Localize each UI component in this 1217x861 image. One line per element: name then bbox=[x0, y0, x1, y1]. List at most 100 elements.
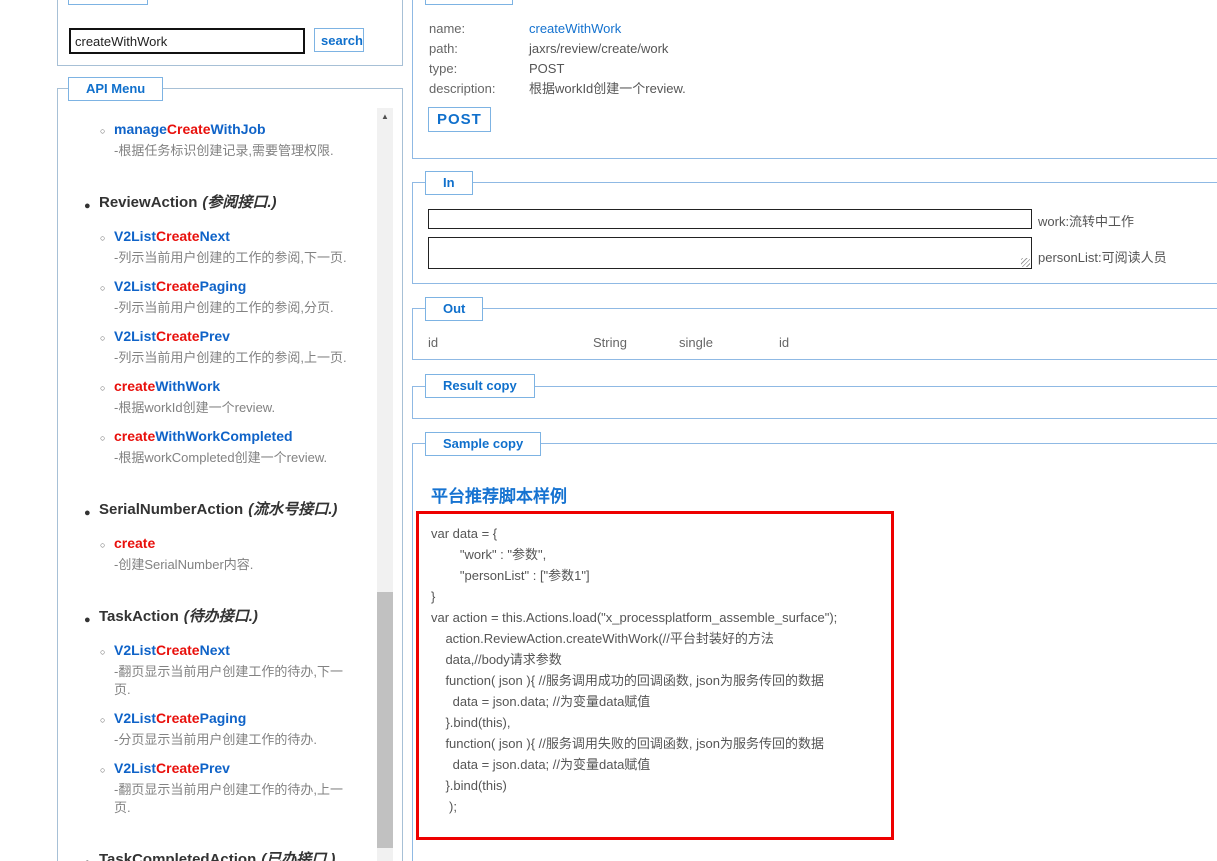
search-highlight: Create bbox=[166, 121, 211, 137]
code-line: function( json ){ //服务调用成功的回调函数, json为服务… bbox=[431, 673, 824, 688]
api-method-description: -列示当前用户创建的工作的参阅,分页. bbox=[114, 300, 334, 315]
code-line: "work" : "参数", bbox=[431, 547, 547, 562]
search-highlight: Create bbox=[156, 710, 200, 726]
detail-label: name: bbox=[429, 21, 466, 36]
api-method-description: -翻页显示当前用户创建工作的待办,上一页. bbox=[114, 782, 343, 815]
api-detail-panel: name: createWithWork path: jaxrs/review/cr… bbox=[412, 0, 1217, 159]
api-menu-panel: API Menu ○ manageCreateWithJob -根据任务标识创建记录… bbox=[57, 77, 403, 861]
api-method-description: -根据workCompleted创建一个review. bbox=[114, 450, 328, 465]
search-highlight: Create bbox=[156, 328, 200, 344]
api-method-description: -根据任务标识创建记录,需要管理权限. bbox=[114, 143, 334, 158]
api-method-description: -根据workId创建一个review. bbox=[114, 400, 276, 415]
section-bullet-icon: ● bbox=[84, 854, 91, 861]
code-line: }.bind(this), bbox=[431, 715, 511, 730]
api-menu-item: ○ V2ListCreatePaging -分页显示当前用户创建工作的待办. bbox=[100, 709, 356, 749]
section-bullet-icon: ● bbox=[84, 614, 91, 626]
out-col-name: id bbox=[428, 335, 439, 350]
search-highlight: Create bbox=[156, 642, 200, 658]
api-section-header: ● ReviewAction (参阅接口.) bbox=[84, 194, 356, 212]
api-method-link[interactable]: V2ListCreateNext bbox=[114, 642, 230, 658]
api-menu-item: ○ create -创建SerialNumber内容. bbox=[100, 534, 356, 574]
out-panel: Out id String single id bbox=[412, 297, 1217, 360]
api-menu-item: ○ V2ListCreateNext -翻页显示当前用户创建工作的待办,下一页. bbox=[100, 641, 356, 699]
item-circle-bullet-icon: ○ bbox=[100, 126, 106, 136]
api-method-link[interactable]: V2ListCreatePrev bbox=[114, 328, 230, 344]
api-method-link[interactable]: createWithWorkCompleted bbox=[114, 428, 293, 444]
code-line: data = json.data; //为变量data赋值 bbox=[431, 757, 651, 772]
api-method-link[interactable]: manageCreateWithJob bbox=[114, 121, 266, 137]
result-copy-panel: Result copy bbox=[412, 374, 1217, 419]
detail-label: type: bbox=[429, 61, 458, 76]
detail-row-type: type: POST bbox=[429, 60, 564, 78]
api-menu-item: ○ V2ListCreatePrev -翻页显示当前用户创建工作的待办,上一页. bbox=[100, 759, 356, 817]
search-button[interactable]: search bbox=[314, 28, 364, 52]
menu-scrollbar-thumb[interactable] bbox=[377, 592, 393, 848]
api-method-description: -列示当前用户创建的工作的参阅,下一页. bbox=[114, 250, 347, 265]
search-panel: search bbox=[57, 0, 403, 66]
search-input[interactable] bbox=[69, 28, 305, 54]
api-menu-item: ○ createWithWorkCompleted -根据workCompleted… bbox=[100, 427, 356, 467]
out-col-type: String bbox=[593, 335, 627, 350]
code-line: data = json.data; //为变量data赋值 bbox=[431, 694, 651, 709]
api-section-header: ● TaskCompletedAction (已办接口.) bbox=[84, 851, 356, 861]
out-legend: Out bbox=[425, 297, 484, 321]
code-line: } bbox=[431, 589, 436, 604]
api-method-description: -分页显示当前用户创建工作的待办. bbox=[114, 732, 317, 747]
code-line: var data = { bbox=[431, 526, 498, 541]
sample-heading: 平台推荐脚本样例 bbox=[431, 487, 567, 506]
search-highlight: Create bbox=[156, 760, 200, 776]
in-field-work-input[interactable] bbox=[428, 209, 1032, 229]
api-detail-legend-cut bbox=[425, 0, 513, 5]
item-circle-bullet-icon: ○ bbox=[100, 715, 106, 725]
section-suffix: (已办接口.) bbox=[261, 851, 336, 861]
api-menu-item: ○ V2ListCreateNext -列示当前用户创建的工作的参阅,下一页. bbox=[100, 227, 356, 267]
code-line: "personList" : ["参数1"] bbox=[431, 568, 590, 583]
api-menu-item: ○ V2ListCreatePrev -列示当前用户创建的工作的参阅,上一页. bbox=[100, 327, 356, 367]
search-highlight: create bbox=[114, 428, 156, 444]
item-circle-bullet-icon: ○ bbox=[100, 540, 106, 550]
detail-row-name: name: createWithWork bbox=[429, 20, 621, 38]
api-method-description: -列示当前用户创建的工作的参阅,上一页. bbox=[114, 350, 347, 365]
section-bullet-icon: ● bbox=[84, 200, 91, 212]
item-circle-bullet-icon: ○ bbox=[100, 233, 106, 243]
detail-label: description: bbox=[429, 81, 496, 96]
api-method-link[interactable]: create bbox=[114, 535, 155, 551]
in-field-personlist-textarea[interactable] bbox=[428, 237, 1032, 269]
api-section-header: ● SerialNumberAction (流水号接口.) bbox=[84, 501, 356, 519]
api-method-link[interactable]: V2ListCreatePrev bbox=[114, 760, 230, 776]
out-col-description: id bbox=[779, 335, 790, 350]
item-circle-bullet-icon: ○ bbox=[100, 333, 106, 343]
section-name: SerialNumberAction bbox=[99, 501, 244, 518]
item-circle-bullet-icon: ○ bbox=[100, 765, 106, 775]
detail-name-link[interactable]: createWithWork bbox=[529, 21, 621, 36]
api-section-header: ● TaskAction (待办接口.) bbox=[84, 608, 356, 626]
section-suffix: (待办接口.) bbox=[183, 608, 258, 625]
api-method-link[interactable]: V2ListCreatePaging bbox=[114, 278, 246, 294]
code-line: ); bbox=[431, 799, 457, 814]
api-method-link[interactable]: V2ListCreatePaging bbox=[114, 710, 246, 726]
scroll-up-icon[interactable]: ▲ bbox=[377, 108, 393, 125]
section-name: TaskCompletedAction bbox=[99, 851, 257, 861]
api-menu-item: ○ manageCreateWithJob -根据任务标识创建记录,需要管理权限. bbox=[100, 120, 356, 160]
sample-copy-panel: Sample copy 平台推荐脚本样例 var data = { "work"… bbox=[412, 432, 1217, 861]
search-highlight: create bbox=[114, 535, 156, 551]
api-menu-item: ○ createWithWork -根据workId创建一个review. bbox=[100, 377, 356, 417]
detail-row-path: path: jaxrs/review/create/work bbox=[429, 40, 668, 58]
in-legend: In bbox=[425, 171, 473, 195]
in-field-work-label: work:流转中工作 bbox=[1038, 214, 1135, 229]
menu-scrollbar[interactable]: ▲ bbox=[377, 108, 393, 861]
code-line: var action = this.Actions.load("x_proces… bbox=[431, 610, 838, 625]
api-menu-list: ○ manageCreateWithJob -根据任务标识创建记录,需要管理权限. ●… bbox=[58, 111, 356, 861]
sample-copy-legend: Sample copy bbox=[425, 432, 542, 456]
detail-value: 根据workId创建一个review. bbox=[529, 81, 686, 96]
search-highlight: create bbox=[114, 378, 156, 394]
code-line: function( json ){ //服务调用失败的回调函数, json为服务… bbox=[431, 736, 824, 751]
api-method-link[interactable]: V2ListCreateNext bbox=[114, 228, 230, 244]
api-menu-legend: API Menu bbox=[68, 77, 164, 101]
post-method-button[interactable]: POST bbox=[428, 107, 491, 132]
detail-value: POST bbox=[529, 61, 565, 76]
sample-code-box: var data = { "work" : "参数", "personList"… bbox=[416, 511, 894, 840]
section-name: ReviewAction bbox=[99, 194, 198, 211]
api-method-link[interactable]: createWithWork bbox=[114, 378, 220, 394]
out-col-cardinality: single bbox=[679, 335, 713, 350]
